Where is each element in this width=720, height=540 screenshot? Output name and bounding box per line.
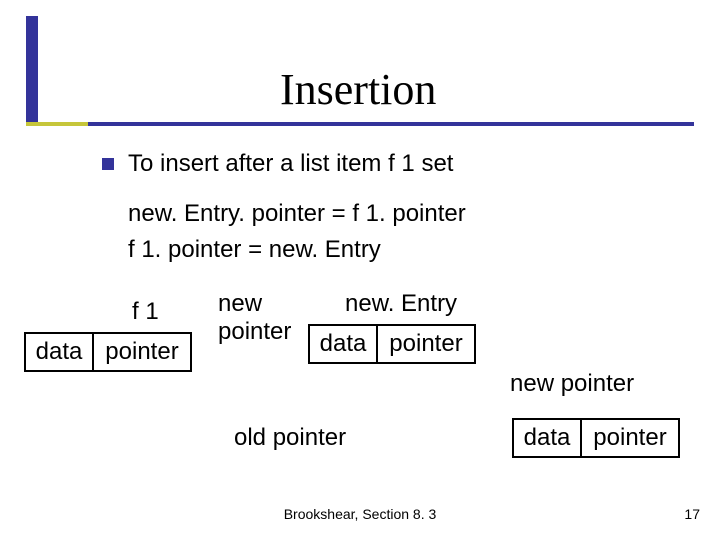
title-accent-vertical [26,16,38,126]
footer-citation: Brookshear, Section 8. 3 [0,506,720,522]
node-new-entry-pointer: pointer [378,326,474,362]
code-line-2: f 1. pointer = new. Entry [128,236,381,264]
new-entry-label: new. Entry [345,290,457,318]
slide-title: Insertion [280,64,436,115]
node-new-entry: data pointer [308,324,476,364]
page-number: 17 [684,506,700,522]
bullet-text: To insert after a list item f 1 set [128,150,453,178]
title-underline [26,122,694,126]
title-underline-accent [26,122,88,126]
node-next-data: data [514,420,582,456]
new-pointer-label: new pointer [218,290,291,345]
f1-label: f 1 [132,298,159,326]
node-next-pointer: pointer [582,420,678,456]
bullet-square-icon [102,158,114,170]
node-f1-pointer: pointer [94,334,190,370]
new-pointer-right-label: new pointer [510,370,634,398]
node-next: data pointer [512,418,680,458]
node-new-entry-data: data [310,326,378,362]
node-f1: data pointer [24,332,192,372]
old-pointer-label: old pointer [234,424,346,452]
code-line-1: new. Entry. pointer = f 1. pointer [128,200,466,228]
node-f1-data: data [26,334,94,370]
